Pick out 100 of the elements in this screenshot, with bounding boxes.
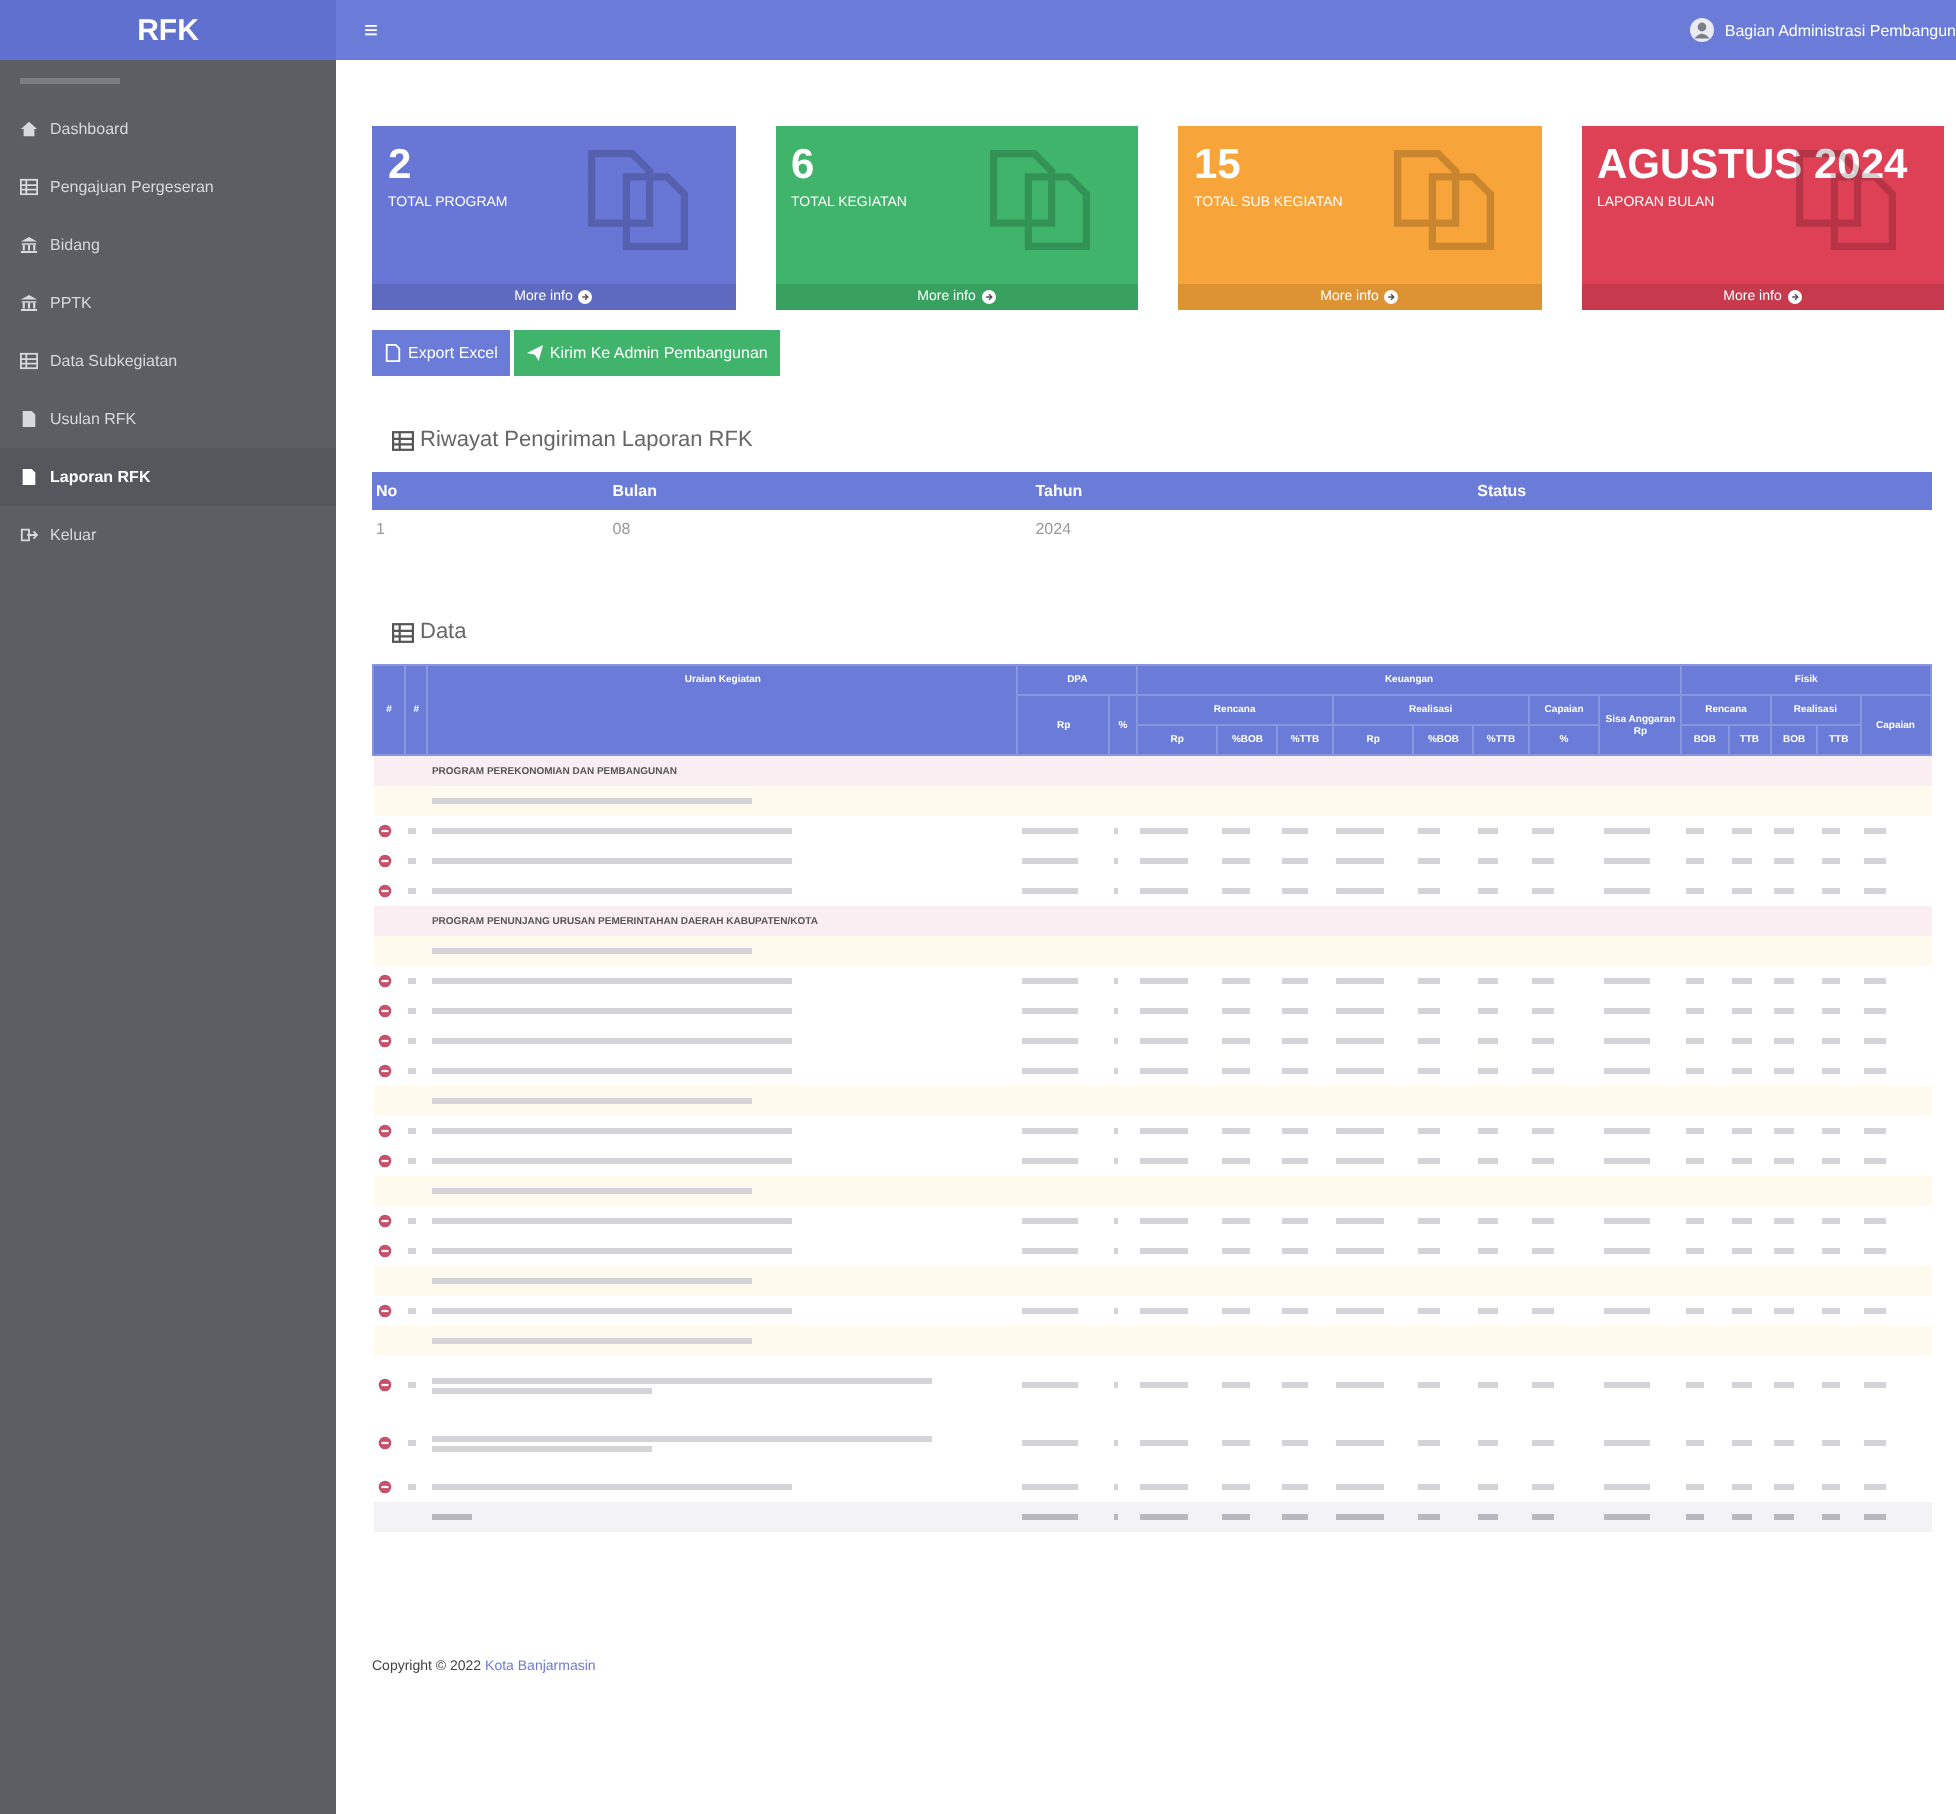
remove-icon[interactable]	[377, 1124, 391, 1138]
blurred-text	[1685, 1440, 1705, 1446]
blurred-text	[1417, 1158, 1440, 1164]
blurred-text	[1732, 1158, 1752, 1164]
blurred-text	[408, 1008, 417, 1014]
sidebar-item[interactable]: Pengajuan Pergeseran	[0, 158, 336, 216]
blurred-text	[1864, 1248, 1886, 1254]
blurred-text	[1281, 1514, 1308, 1520]
blurred-text	[1336, 1218, 1385, 1224]
blurred-text	[1732, 1008, 1752, 1014]
remove-icon[interactable]	[377, 1378, 391, 1392]
blurred-text	[1113, 1218, 1119, 1224]
blurred-text	[1603, 978, 1650, 984]
blurred-text	[1732, 1440, 1752, 1446]
blurred-text	[1732, 1038, 1752, 1044]
blurred-text	[1281, 1008, 1308, 1014]
blurred-text	[1113, 1008, 1119, 1014]
blurred-text	[1603, 1218, 1650, 1224]
card-value: 6	[789, 140, 817, 190]
sidebar-item[interactable]: Data Subkegiatan	[0, 332, 336, 390]
user-name[interactable]: Bagian Administrasi Pembangun	[1724, 21, 1956, 39]
remove-icon[interactable]	[377, 1244, 391, 1258]
remove-icon[interactable]	[377, 884, 391, 898]
blurred-text	[1774, 1068, 1794, 1074]
blurred-text	[1774, 1440, 1794, 1446]
blurred-text	[1774, 1484, 1794, 1490]
remove-icon[interactable]	[377, 854, 391, 868]
blurred-text	[1532, 1068, 1555, 1074]
blurred-text	[408, 1218, 417, 1224]
blurred-text	[1221, 1158, 1251, 1164]
menu-button[interactable]: ≡	[356, 16, 387, 44]
sidebar-item[interactable]: PPTK	[0, 274, 336, 332]
export-button[interactable]: Export Excel	[372, 330, 510, 376]
blurred-text	[1113, 1158, 1119, 1164]
remove-icon[interactable]	[377, 1480, 391, 1494]
remove-icon[interactable]	[377, 824, 391, 838]
blurred-text	[1021, 1484, 1078, 1490]
blurred-text	[1417, 1218, 1440, 1224]
blurred-text	[1140, 1308, 1189, 1314]
blurred-text	[1021, 1008, 1078, 1014]
sidebar-item[interactable]: Bidang	[0, 216, 336, 274]
column-header: No	[372, 472, 609, 510]
remove-icon[interactable]	[377, 974, 391, 988]
blurred-text	[1336, 828, 1385, 834]
blurred-text	[1864, 1158, 1886, 1164]
blurred-text	[1477, 1038, 1499, 1044]
blurred-text	[1021, 1158, 1078, 1164]
blurred-text	[1774, 1248, 1794, 1254]
blurred-text	[1603, 858, 1650, 864]
blurred-text	[1732, 1514, 1752, 1520]
blurred-text	[408, 1308, 417, 1314]
blurred-text	[1477, 1382, 1499, 1388]
blurred-text	[1281, 858, 1308, 864]
blurred-text	[1417, 1382, 1440, 1388]
blurred-text	[1221, 1128, 1251, 1134]
table-cell: 2024	[1031, 510, 1474, 548]
send-button[interactable]: Kirim Ke Admin Pembangunan	[513, 330, 780, 376]
blurred-text	[1532, 828, 1555, 834]
sidebar-item[interactable]: Dashboard	[0, 100, 336, 158]
remove-icon[interactable]	[377, 1154, 391, 1168]
table-cell: 1	[372, 510, 609, 548]
blurred-text	[1140, 888, 1189, 894]
blurred-text	[1685, 978, 1705, 984]
blurred-text	[1221, 1068, 1251, 1074]
blurred-text	[1221, 888, 1251, 894]
remove-icon[interactable]	[377, 1304, 391, 1318]
blurred-text	[1021, 1128, 1078, 1134]
blurred-text	[1140, 1128, 1189, 1134]
blurred-text	[1603, 1128, 1650, 1134]
blurred-text	[1113, 1038, 1119, 1044]
sidebar-item[interactable]: Keluar	[0, 506, 336, 564]
blurred-text	[1732, 1308, 1752, 1314]
blurred-text	[1477, 1218, 1499, 1224]
table-icon	[392, 621, 414, 643]
blurred-text	[1821, 1484, 1841, 1490]
blurred-text	[1021, 1218, 1078, 1224]
blurred-text	[408, 1038, 417, 1044]
blurred-text	[1685, 1484, 1705, 1490]
remove-icon[interactable]	[377, 1064, 391, 1078]
blurred-text	[1477, 1158, 1499, 1164]
blurred-text	[1685, 1514, 1705, 1520]
blurred-text	[1774, 978, 1794, 984]
blurred-text	[1140, 1158, 1189, 1164]
blurred-text	[1336, 1382, 1385, 1388]
blurred-text	[1774, 1382, 1794, 1388]
remove-icon[interactable]	[377, 1004, 391, 1018]
blurred-text	[1336, 858, 1385, 864]
remove-icon[interactable]	[377, 1214, 391, 1228]
section-title: Data	[420, 620, 467, 644]
blurred-text	[1532, 1248, 1555, 1254]
blurred-text	[1685, 1008, 1705, 1014]
file-icon	[384, 344, 402, 362]
remove-icon[interactable]	[377, 1436, 391, 1450]
blurred-text	[408, 1068, 417, 1074]
blurred-text	[1477, 828, 1499, 834]
blurred-text	[1221, 858, 1251, 864]
sidebar-item[interactable]: Laporan RFK	[0, 448, 336, 506]
blurred-text	[1685, 1218, 1705, 1224]
sidebar-item[interactable]: Usulan RFK	[0, 390, 336, 448]
remove-icon[interactable]	[377, 1034, 391, 1048]
